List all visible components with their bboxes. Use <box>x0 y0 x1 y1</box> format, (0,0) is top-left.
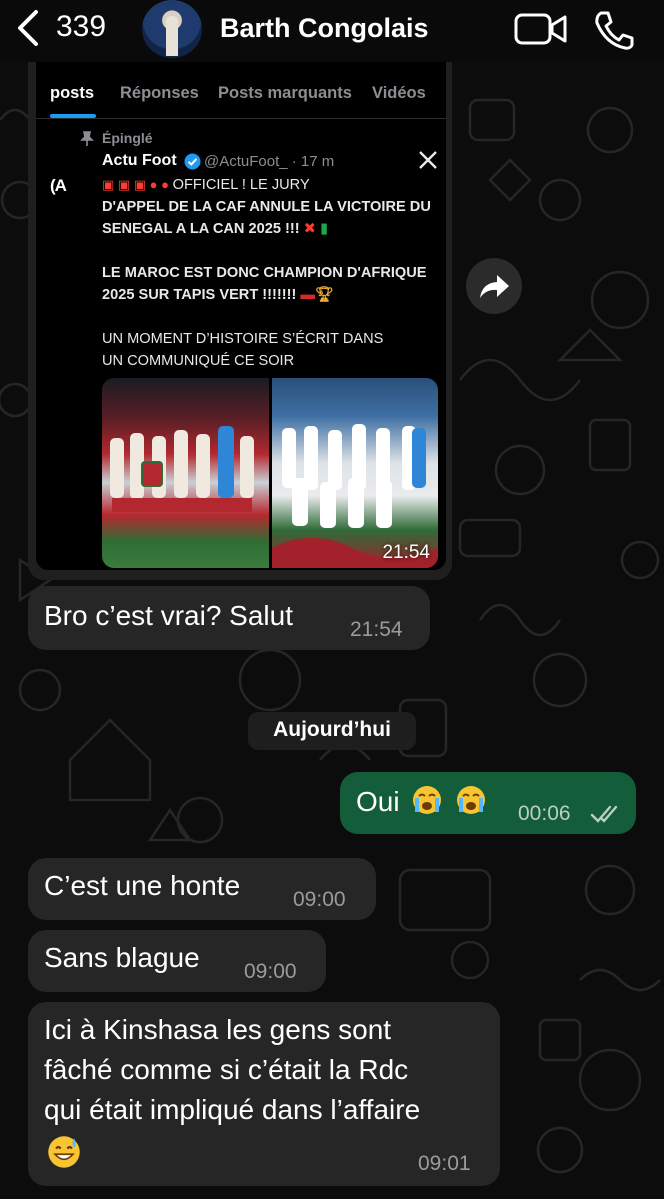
tweet-media[interactable]: 21:54 <box>102 378 438 568</box>
x-logo-icon <box>419 151 437 169</box>
contact-name[interactable]: Barth Congolais <box>220 13 429 44</box>
message-bubble-outgoing[interactable]: Oui 00:06 <box>340 772 636 834</box>
senegal-flag-icon: ▮ <box>319 221 328 237</box>
message-bubble-incoming[interactable]: Bro c’est vrai? Salut 21:54 <box>28 586 430 650</box>
message-text-line: Ici à Kinshasa les gens sont <box>44 1014 392 1045</box>
forward-arrow-icon <box>480 275 509 298</box>
message-time: 21:54 <box>350 618 403 641</box>
divider <box>36 118 446 119</box>
tab-replies[interactable]: Réponses <box>120 84 199 103</box>
back-chevron-icon[interactable] <box>14 8 42 48</box>
team-photo-senegal[interactable] <box>272 378 438 568</box>
message-time: 09:01 <box>418 1152 471 1175</box>
message-text-line: fâché comme si c’était la Rdc <box>44 1054 409 1085</box>
contact-avatar[interactable] <box>142 0 202 58</box>
message-text: C’est une honte <box>44 870 241 901</box>
loudly-crying-face-icon <box>413 786 442 814</box>
tweet-text: ▣ ▣ ▣ ● ● OFFICIEL ! LE JURY D'APPEL DE … <box>102 174 442 372</box>
team-photo-morocco[interactable] <box>102 378 269 568</box>
message-text: Sans blague <box>44 942 200 973</box>
message-text-line: qui était impliqué dans l’affaire <box>44 1094 421 1125</box>
unread-count[interactable]: 339 <box>56 10 106 44</box>
tweet-line: 2025 SUR TAPIS VERT !!!!!!! ▬🏆︎ <box>102 287 334 303</box>
message-bubble-incoming[interactable]: C’est une honte 09:00 <box>28 858 376 920</box>
message-time: 09:00 <box>293 888 346 911</box>
message-bubble-incoming[interactable]: Sans blague 09:00 <box>28 930 326 992</box>
shared-post-time: 21:54 <box>382 542 430 563</box>
trophy-emoji-icon: 🏆︎ <box>315 287 334 303</box>
pinned-label: Épinglé <box>102 130 153 146</box>
message-text: Bro c’est vrai? Salut <box>44 600 293 631</box>
tweet-author-name[interactable]: Actu Foot <box>102 152 177 170</box>
message-bubble-incoming[interactable]: Ici à Kinshasa les gens sont fâché comme… <box>28 1002 500 1186</box>
message-time: 00:06 <box>518 802 571 825</box>
chat-header: 339 Barth Congolais <box>0 0 664 62</box>
pin-icon <box>80 131 94 146</box>
tweet-line: UN COMMUNIQUÉ CE SOIR <box>102 353 295 369</box>
siren-emoji-icon: ▣ ▣ ▣ ● ● <box>102 177 173 192</box>
tweet-line: ▣ ▣ ▣ ● ● OFFICIEL ! LE JURY <box>102 177 310 193</box>
tweet-line: UN MOMENT D’HISTOIRE S’ÉCRIT DANS <box>102 331 384 347</box>
date-separator: Aujourd’hui <box>248 712 416 750</box>
grinning-face-with-sweat-icon <box>48 1136 80 1168</box>
tweet-line: LE MAROC EST DONC CHAMPION D'AFRIQUE <box>102 265 427 281</box>
message-text: Oui <box>356 784 487 818</box>
read-double-check-icon <box>590 805 618 823</box>
tab-highlights[interactable]: Posts marquants <box>218 84 352 103</box>
morocco-flag-icon: ▬ <box>300 287 315 303</box>
forward-button[interactable] <box>466 258 522 314</box>
loudly-crying-face-icon <box>457 786 486 814</box>
tweet-handle[interactable]: @ActuFoot_ · 17 m <box>204 153 334 170</box>
tweet-line: SENEGAL A LA CAN 2025 !!! ✖ ▮ <box>102 221 328 237</box>
tweet-line: D'APPEL DE LA CAF ANNULE LA VICTOIRE DU <box>102 199 431 215</box>
tweet-preview[interactable]: posts Réponses Posts marquants Vidéos Ép… <box>36 62 446 570</box>
date-separator-label: Aujourd’hui <box>273 718 391 741</box>
tweet-author-avatar[interactable]: (A <box>46 166 90 210</box>
verified-badge-icon <box>184 153 201 170</box>
cross-mark-emoji-icon: ✖ <box>303 221 316 237</box>
message-time: 09:00 <box>244 960 297 983</box>
shared-post-message[interactable]: posts Réponses Posts marquants Vidéos Ép… <box>28 62 452 580</box>
profile-tabs: posts Réponses Posts marquants Vidéos <box>36 62 446 119</box>
tab-posts[interactable]: posts <box>50 84 94 103</box>
tab-videos[interactable]: Vidéos <box>372 84 426 103</box>
video-call-icon[interactable] <box>514 12 568 46</box>
phone-call-icon[interactable] <box>592 10 634 50</box>
